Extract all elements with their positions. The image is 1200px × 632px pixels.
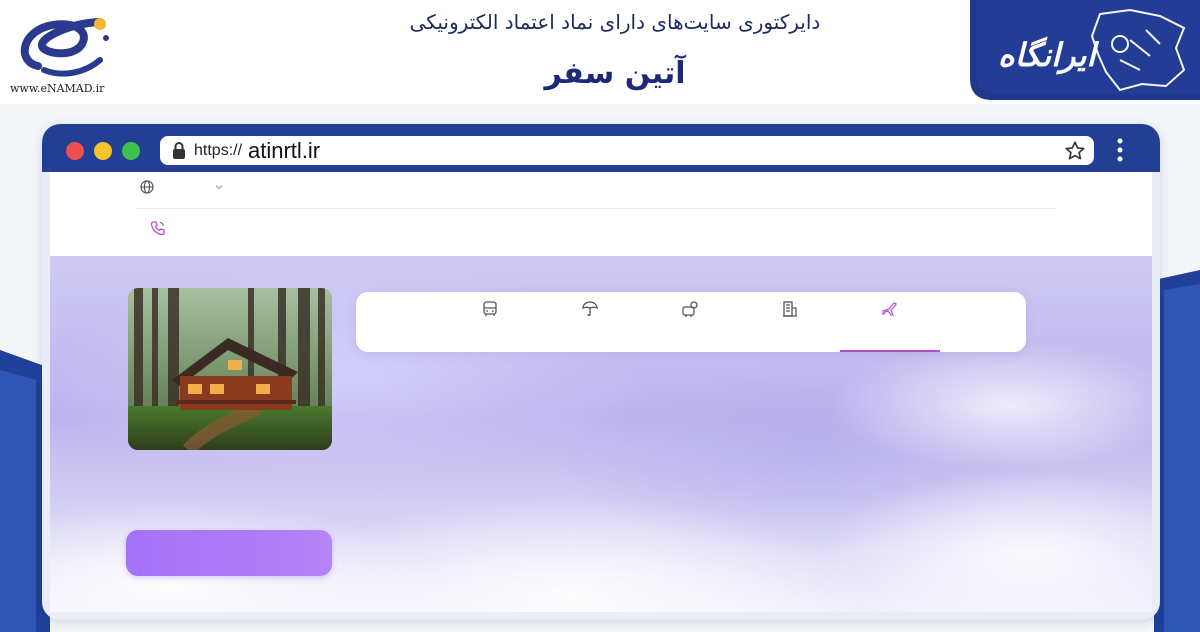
tab-tour[interactable]: [640, 292, 740, 352]
directory-subtitle: دایرکتوری سایت‌های دارای نماد اعتماد الک…: [409, 10, 821, 34]
tab-flight[interactable]: [840, 292, 940, 352]
lock-icon: [173, 142, 185, 159]
site-name-title: آتین سفر: [544, 56, 686, 91]
url-host: atinrtl.ir: [248, 138, 321, 163]
chevron-down-icon[interactable]: [214, 182, 224, 192]
address-bar[interactable]: https:// atinrtl.ir: [160, 136, 1094, 165]
tab-hotel[interactable]: [740, 292, 840, 352]
cabin-forest-image: [128, 288, 332, 450]
browser-menu-icon[interactable]: [1116, 138, 1124, 162]
search-submit-button[interactable]: [126, 530, 332, 576]
tab-beach[interactable]: [540, 292, 640, 352]
browser-window: https:// atinrtl.ir: [42, 124, 1160, 620]
directory-header: www.eNAMAD.ir دایرکتوری سایت‌های دارای ن…: [0, 0, 1200, 104]
hero-section: [50, 256, 1152, 612]
window-close-dot[interactable]: [66, 142, 84, 160]
tab-bus[interactable]: [440, 292, 540, 352]
web-page: [50, 172, 1152, 612]
beach-umbrella-icon: [582, 301, 598, 317]
header-divider: [136, 208, 1056, 209]
window-maximize-dot[interactable]: [122, 142, 140, 160]
url-scheme: https://: [194, 142, 243, 159]
site-header: [50, 172, 1152, 256]
bus-icon: [483, 301, 497, 316]
tour-icon: [682, 301, 698, 317]
flight-icon: [882, 302, 897, 316]
window-minimize-dot[interactable]: [94, 142, 112, 160]
language-globe-icon[interactable]: [140, 180, 154, 194]
browser-toolbar: https:// atinrtl.ir: [42, 124, 1160, 172]
bookmark-star-icon[interactable]: [1064, 140, 1086, 162]
enamad-url-text: www.eNAMAD.ir: [10, 82, 105, 95]
service-tabs: [356, 292, 1026, 352]
decorative-band-right: [1154, 270, 1200, 632]
phone-icon[interactable]: [150, 220, 166, 236]
hotel-icon: [783, 301, 797, 317]
active-tab-indicator: [840, 350, 940, 352]
irangah-badge-label: ایرانگاه: [998, 36, 1096, 74]
